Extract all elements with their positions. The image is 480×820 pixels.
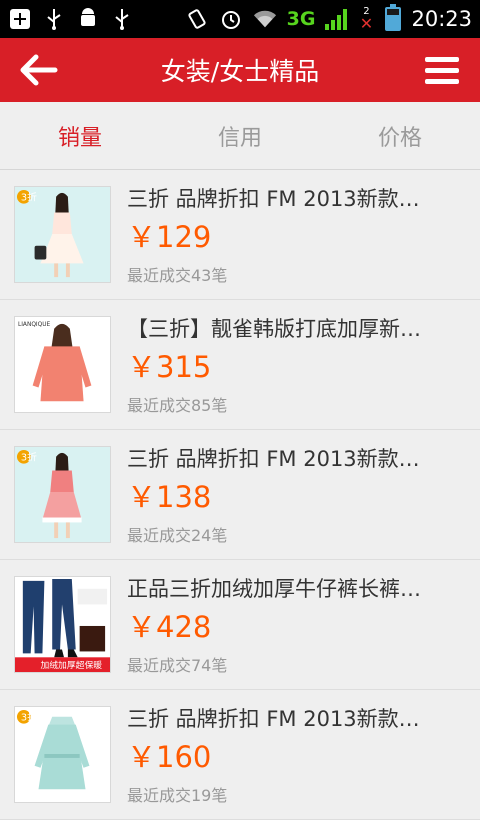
tab-sales[interactable]: 销量 bbox=[0, 120, 160, 152]
product-thumbnail: 加绒加厚超保暖 bbox=[14, 576, 111, 673]
app-header: 女装/女士精品 bbox=[0, 38, 480, 102]
item-title: 三折 品牌折扣 FM 2013新款… bbox=[127, 447, 420, 471]
list-item[interactable]: 加绒加厚超保暖 正品三折加绒加厚牛仔裤长裤… ￥428 最近成交74笔 bbox=[0, 560, 480, 690]
item-price: ￥160 bbox=[127, 740, 212, 774]
product-list: 3折 三折 品牌折扣 FM 2013新款… ￥129 最近成交43笔 LIANQ… bbox=[0, 170, 480, 820]
item-info: 三折 品牌折扣 FM 2013新款… ￥129 最近成交43笔 bbox=[127, 183, 480, 286]
item-sales: 最近成交43笔 bbox=[127, 266, 228, 285]
product-thumbnail: 3折 bbox=[14, 446, 111, 543]
android-debug-icon bbox=[76, 7, 100, 31]
item-sales: 最近成交85笔 bbox=[127, 396, 228, 415]
menu-button[interactable] bbox=[404, 38, 480, 102]
item-title: 三折 品牌折扣 FM 2013新款… bbox=[127, 707, 420, 731]
add-notification-icon bbox=[8, 7, 32, 31]
hamburger-menu-icon bbox=[425, 57, 459, 84]
back-arrow-icon bbox=[20, 54, 58, 86]
svg-text:3折: 3折 bbox=[21, 191, 37, 204]
list-item[interactable]: 3折 三折 品牌折扣 FM 2013新款… ￥160 最近成交19笔 bbox=[0, 690, 480, 820]
item-info: 三折 品牌折扣 FM 2013新款… ￥160 最近成交19笔 bbox=[127, 703, 480, 806]
product-thumbnail: 3折 bbox=[14, 186, 111, 283]
no-sim-icon: 2 ✕ bbox=[359, 6, 374, 33]
vibrate-icon bbox=[185, 7, 209, 31]
dress-image: 3折 bbox=[15, 187, 110, 282]
item-title: 【三折】靓雀韩版打底加厚新… bbox=[127, 317, 421, 341]
item-sales: 最近成交19笔 bbox=[127, 786, 228, 805]
sort-tabs: 销量 信用 价格 bbox=[0, 102, 480, 170]
status-bar: 3G 2 ✕ 20:23 bbox=[0, 0, 480, 38]
item-info: 正品三折加绒加厚牛仔裤长裤… ￥428 最近成交74笔 bbox=[127, 573, 480, 676]
item-info: 三折 品牌折扣 FM 2013新款… ￥138 最近成交24笔 bbox=[127, 443, 480, 546]
network-type: 3G bbox=[286, 8, 316, 30]
svg-text:加绒加厚超保暖: 加绒加厚超保暖 bbox=[40, 659, 102, 671]
item-price: ￥428 bbox=[127, 610, 212, 644]
list-item[interactable]: LIANQIQUE 【三折】靓雀韩版打底加厚新… ￥315 最近成交85笔 bbox=[0, 300, 480, 430]
product-thumbnail: LIANQIQUE bbox=[14, 316, 111, 413]
clock: 20:23 bbox=[411, 7, 472, 31]
item-price: ￥129 bbox=[127, 220, 212, 254]
item-price: ￥315 bbox=[127, 350, 212, 384]
item-title: 三折 品牌折扣 FM 2013新款… bbox=[127, 187, 420, 211]
status-left bbox=[8, 7, 134, 31]
list-item[interactable]: 3折 三折 品牌折扣 FM 2013新款… ￥129 最近成交43笔 bbox=[0, 170, 480, 300]
item-sales: 最近成交74笔 bbox=[127, 656, 228, 675]
svg-text:3折: 3折 bbox=[21, 711, 37, 724]
item-price: ￥138 bbox=[127, 480, 212, 514]
svg-text:3折: 3折 bbox=[21, 451, 37, 464]
product-thumbnail: 3折 bbox=[14, 706, 111, 803]
tab-credit[interactable]: 信用 bbox=[160, 120, 320, 152]
tab-price[interactable]: 价格 bbox=[320, 120, 480, 152]
item-sales: 最近成交24笔 bbox=[127, 526, 228, 545]
alarm-icon bbox=[219, 7, 243, 31]
battery-icon bbox=[385, 4, 402, 31]
svg-text:LIANQIQUE: LIANQIQUE bbox=[18, 322, 51, 328]
list-item[interactable]: 3折 三折 品牌折扣 FM 2013新款… ￥138 最近成交24笔 bbox=[0, 430, 480, 560]
sweater-image: LIANQIQUE bbox=[15, 317, 110, 412]
coat-image: 3折 bbox=[15, 707, 110, 802]
dress-image: 3折 bbox=[15, 447, 110, 542]
jeans-image: 加绒加厚超保暖 bbox=[15, 577, 110, 672]
signal-strength-icon bbox=[325, 8, 348, 30]
usb-icon-2 bbox=[110, 7, 134, 31]
status-right: 3G 2 ✕ 20:23 bbox=[185, 4, 472, 33]
item-info: 【三折】靓雀韩版打底加厚新… ￥315 最近成交85笔 bbox=[127, 313, 480, 416]
wifi-icon bbox=[253, 7, 277, 31]
usb-icon bbox=[42, 7, 66, 31]
item-title: 正品三折加绒加厚牛仔裤长裤… bbox=[127, 577, 421, 601]
back-button[interactable] bbox=[0, 38, 76, 102]
